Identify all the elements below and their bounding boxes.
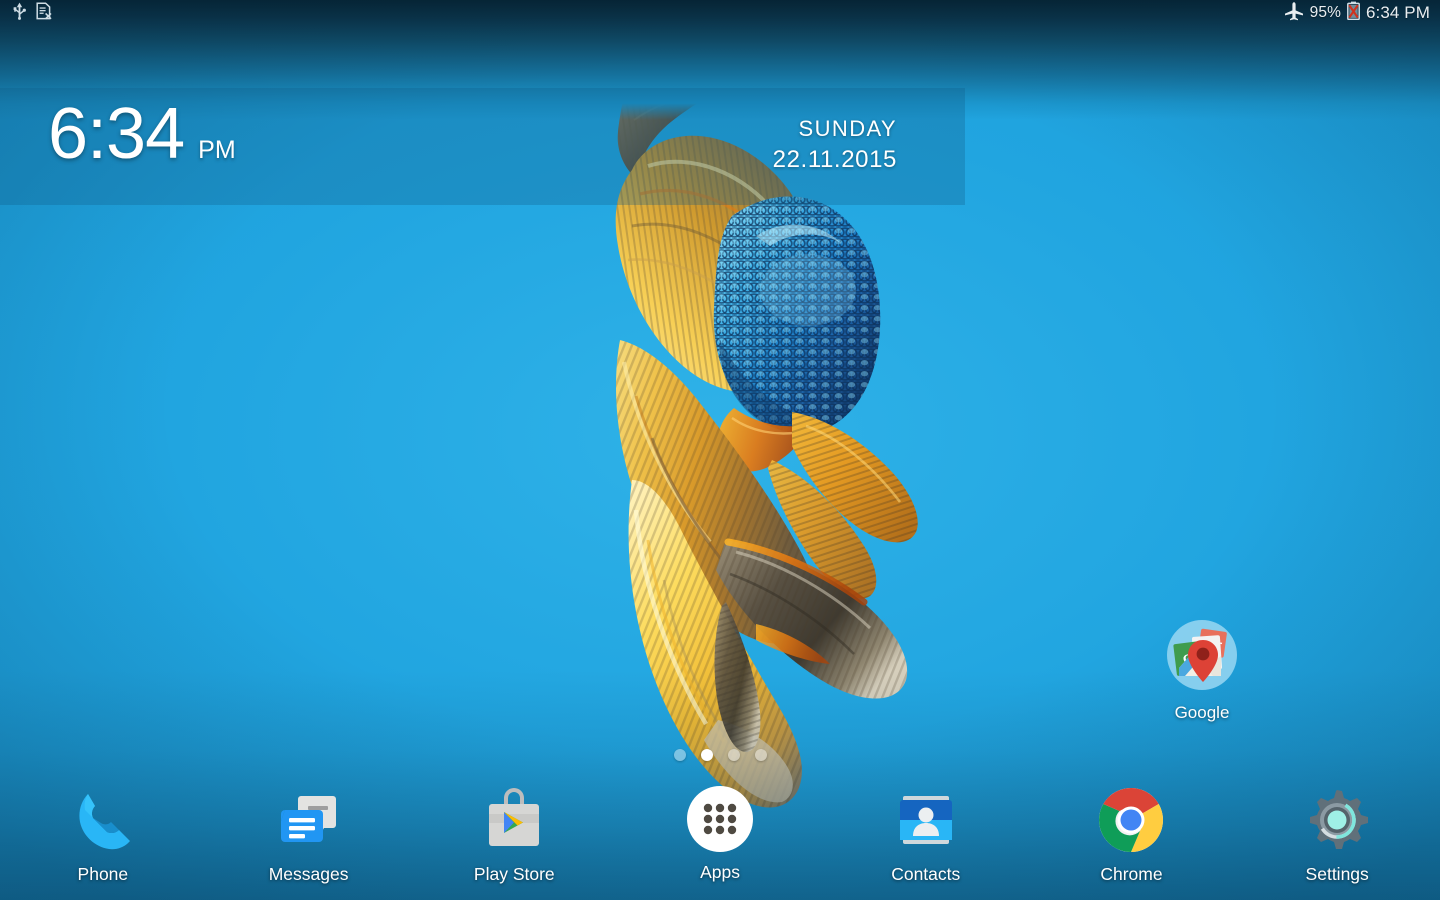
dock-item-contacts[interactable]: Contacts [823,770,1029,885]
dock-item-settings[interactable]: Settings [1234,770,1440,885]
widget-weekday: SUNDAY [798,116,897,141]
messages-icon [273,784,345,856]
dock-item-apps[interactable]: Apps [617,770,823,883]
page-dot-2[interactable] [700,749,713,761]
widget-date-group: SUNDAY 22.11.2015 [773,114,897,176]
dock-label-chrome: Chrome [1100,864,1163,884]
dock-item-play-store[interactable]: Play Store [411,770,617,885]
status-bar[interactable]: 95% 6:34 PM [0,0,1440,26]
page-dot-3[interactable] [727,749,740,761]
page-indicator[interactable] [0,749,1440,761]
apps-grid-icon [685,784,755,854]
status-bar-right-group: 95% 6:34 PM [1284,1,1430,26]
widget-time-group: 6:34 PM [48,98,236,170]
dock-label-play-store: Play Store [473,864,555,884]
dock-label-phone: Phone [77,864,129,884]
chrome-icon [1095,784,1167,856]
dock-label-messages: Messages [268,864,349,884]
dock-item-phone[interactable]: Phone [0,770,206,885]
clock-date-widget[interactable]: 6:34 PM SUNDAY 22.11.2015 [0,88,965,205]
sim-card-error-icon [36,1,52,25]
status-bar-clock: 6:34 PM [1365,3,1430,22]
google-folder-icon: g + g [1163,616,1241,694]
battery-charging-error-icon [1347,1,1360,25]
dock-label-contacts: Contacts [891,864,961,884]
widget-time: 6:34 [48,94,185,174]
status-bar-left-icons [12,1,52,25]
page-dot-4[interactable] [754,749,767,761]
home-screen: 95% 6:34 PM 6:34 PM SUNDAY 22.11.2015 Go… [0,0,1440,900]
dock-label-settings: Settings [1305,864,1369,884]
desktop-icon-label: Google [1174,703,1230,722]
settings-gear-icon [1301,784,1373,856]
desktop-icon-google[interactable]: g + g [1152,616,1252,723]
play-store-icon [478,784,550,856]
battery-percent-label: 95% [1309,4,1341,21]
dock-item-chrome[interactable]: Chrome [1029,770,1235,885]
contacts-icon [890,784,962,856]
dock: Phone Messages Play Store Apps Contacts … [0,770,1440,900]
airplane-mode-icon [1284,1,1304,26]
dock-item-messages[interactable]: Messages [206,770,412,885]
usb-icon [12,2,27,25]
widget-ampm: PM [198,136,236,164]
page-dot-1[interactable] [673,749,686,761]
widget-date: 22.11.2015 [772,145,897,173]
phone-icon [67,784,139,856]
dock-label-apps: Apps [700,862,740,882]
